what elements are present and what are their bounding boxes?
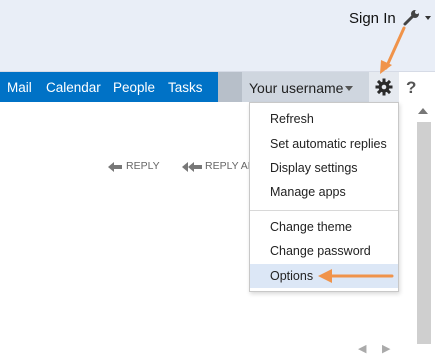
scroll-up-icon[interactable]	[418, 108, 428, 114]
chevron-down-icon[interactable]	[425, 16, 431, 20]
nav-item-tasks[interactable]: Tasks	[168, 80, 203, 95]
scrollbar-thumb[interactable]	[417, 122, 431, 344]
help-button[interactable]: ?	[406, 78, 416, 98]
previous-icon[interactable]: ◀	[358, 342, 366, 355]
annotation-arrow-to-gear	[380, 26, 406, 74]
nav-spacer	[218, 72, 242, 102]
username-chevron-icon[interactable]	[345, 86, 353, 91]
gear-icon[interactable]	[375, 78, 393, 96]
nav-item-calendar[interactable]: Calendar	[46, 80, 101, 95]
annotation-arrow-to-options	[318, 269, 394, 283]
nav-item-mail[interactable]: Mail	[7, 80, 32, 95]
menu-item-refresh[interactable]: Refresh	[250, 107, 398, 131]
nav-item-people[interactable]: People	[113, 80, 155, 95]
settings-menu: Refresh Set automatic replies Display se…	[249, 102, 399, 292]
next-icon[interactable]: ▶	[382, 342, 390, 355]
menu-item-set-automatic-replies[interactable]: Set automatic replies	[250, 132, 398, 156]
menu-item-display-settings[interactable]: Display settings	[250, 156, 398, 180]
menu-item-change-password[interactable]: Change password	[250, 239, 398, 263]
menu-item-manage-apps[interactable]: Manage apps	[250, 180, 398, 204]
menu-divider	[250, 210, 398, 211]
app-navigation: Mail Calendar People Tasks	[0, 72, 218, 102]
reply-icon[interactable]	[107, 160, 123, 178]
username-label[interactable]: Your username	[249, 80, 343, 96]
reply-all-button[interactable]: REPLY AL	[205, 160, 254, 172]
reply-all-icon[interactable]	[181, 160, 203, 178]
reply-button[interactable]: REPLY	[126, 160, 160, 172]
menu-item-change-theme[interactable]: Change theme	[250, 215, 398, 239]
